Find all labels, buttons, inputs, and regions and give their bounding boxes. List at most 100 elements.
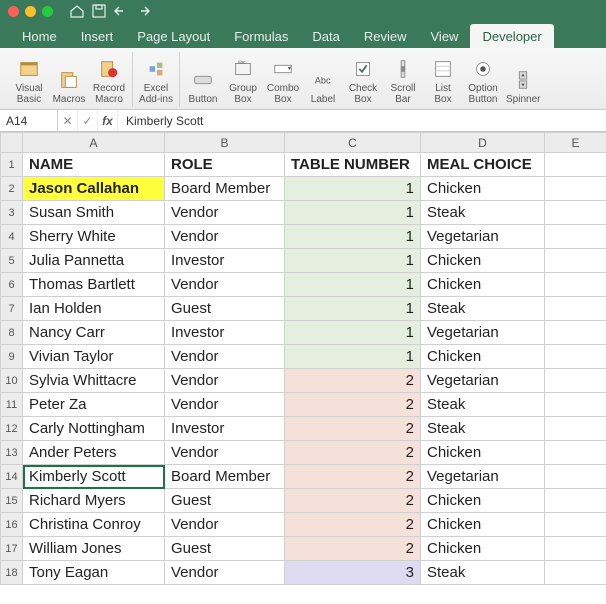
macros-button[interactable]: Macros xyxy=(52,67,86,108)
cell-table-number[interactable]: 2 xyxy=(285,465,421,489)
cell-meal[interactable]: Chicken xyxy=(421,441,545,465)
cell-meal[interactable]: Steak xyxy=(421,561,545,585)
cell-meal[interactable]: Chicken xyxy=(421,345,545,369)
cell-role[interactable]: Guest xyxy=(165,537,285,561)
cell[interactable] xyxy=(545,153,606,177)
cell-table-number[interactable]: 1 xyxy=(285,321,421,345)
cell[interactable] xyxy=(545,537,606,561)
column-header-B[interactable]: B xyxy=(165,133,285,153)
cell-name[interactable]: Nancy Carr xyxy=(23,321,165,345)
row-header[interactable]: 10 xyxy=(1,369,23,393)
cell-role[interactable]: Vendor xyxy=(165,225,285,249)
cell[interactable] xyxy=(545,489,606,513)
cell-table-number[interactable]: 2 xyxy=(285,417,421,441)
list-box-button[interactable]: ListBox xyxy=(426,56,460,107)
cell-meal[interactable]: Chicken xyxy=(421,537,545,561)
row-header[interactable]: 1 xyxy=(1,153,23,177)
label-button[interactable]: AbcLabel xyxy=(306,67,340,108)
tab-insert[interactable]: Insert xyxy=(69,24,126,48)
cell-name[interactable]: Tony Eagan xyxy=(23,561,165,585)
cell-role[interactable]: Investor xyxy=(165,417,285,441)
cell-table-number[interactable]: 1 xyxy=(285,201,421,225)
cell-meal[interactable]: Vegetarian xyxy=(421,225,545,249)
cell-role[interactable]: Vendor xyxy=(165,513,285,537)
cell-role[interactable]: Guest xyxy=(165,489,285,513)
cell-table-number[interactable]: 2 xyxy=(285,489,421,513)
cell-meal[interactable]: Vegetarian xyxy=(421,321,545,345)
column-header-C[interactable]: C xyxy=(285,133,421,153)
grid[interactable]: ABCDE 1NAMEROLETABLE NUMBERMEAL CHOICE2J… xyxy=(0,132,606,585)
cell-name[interactable]: Jason Callahan xyxy=(23,177,165,201)
cell-meal[interactable]: Vegetarian xyxy=(421,369,545,393)
tab-view[interactable]: View xyxy=(419,24,471,48)
redo-icon[interactable] xyxy=(135,3,151,19)
column-header-E[interactable]: E xyxy=(545,133,606,153)
row-header[interactable]: 4 xyxy=(1,225,23,249)
cell-role[interactable]: Guest xyxy=(165,297,285,321)
cell-table-number[interactable]: 3 xyxy=(285,561,421,585)
cell-role[interactable]: Board Member xyxy=(165,177,285,201)
cell-meal[interactable]: Vegetarian xyxy=(421,465,545,489)
cell-table-number[interactable]: 1 xyxy=(285,273,421,297)
cell[interactable]: NAME xyxy=(23,153,165,177)
group-box-button[interactable]: AbcGroupBox xyxy=(226,56,260,107)
confirm-icon[interactable]: ✓ xyxy=(78,110,98,131)
row-header[interactable]: 15 xyxy=(1,489,23,513)
cell-name[interactable]: Christina Conroy xyxy=(23,513,165,537)
cell-role[interactable]: Vendor xyxy=(165,393,285,417)
cancel-icon[interactable]: ✕ xyxy=(58,110,78,131)
cell-name[interactable]: Carly Nottingham xyxy=(23,417,165,441)
cell[interactable]: MEAL CHOICE xyxy=(421,153,545,177)
cell[interactable] xyxy=(545,321,606,345)
cell-table-number[interactable]: 2 xyxy=(285,537,421,561)
save-icon[interactable] xyxy=(91,3,107,19)
cell-name[interactable]: Ian Holden xyxy=(23,297,165,321)
button-button[interactable]: Button xyxy=(186,67,220,108)
cell-meal[interactable]: Steak xyxy=(421,201,545,225)
cell-meal[interactable]: Steak xyxy=(421,393,545,417)
cell-name[interactable]: Susan Smith xyxy=(23,201,165,225)
cell[interactable] xyxy=(545,225,606,249)
cell-meal[interactable]: Chicken xyxy=(421,177,545,201)
check-box-button[interactable]: CheckBox xyxy=(346,56,380,107)
cell-name[interactable]: William Jones xyxy=(23,537,165,561)
cell[interactable] xyxy=(545,441,606,465)
cell-role[interactable]: Vendor xyxy=(165,273,285,297)
cell[interactable] xyxy=(545,393,606,417)
cell[interactable] xyxy=(545,273,606,297)
option-button-button[interactable]: OptionButton xyxy=(466,56,500,107)
row-header[interactable]: 7 xyxy=(1,297,23,321)
row-header[interactable]: 8 xyxy=(1,321,23,345)
cell[interactable] xyxy=(545,369,606,393)
spreadsheet[interactable]: ABCDE 1NAMEROLETABLE NUMBERMEAL CHOICE2J… xyxy=(0,132,606,585)
cell-name[interactable]: Sherry White xyxy=(23,225,165,249)
row-header[interactable]: 18 xyxy=(1,561,23,585)
name-box[interactable]: A14 xyxy=(0,110,58,131)
spinner-button[interactable]: Spinner xyxy=(506,67,540,108)
cell-table-number[interactable]: 2 xyxy=(285,369,421,393)
row-header[interactable]: 9 xyxy=(1,345,23,369)
cell[interactable] xyxy=(545,345,606,369)
cell[interactable]: ROLE xyxy=(165,153,285,177)
cell-role[interactable]: Board Member xyxy=(165,465,285,489)
cell-table-number[interactable]: 1 xyxy=(285,225,421,249)
row-header[interactable]: 13 xyxy=(1,441,23,465)
maximize-icon[interactable] xyxy=(42,6,53,17)
home-icon[interactable] xyxy=(69,3,85,19)
cell-role[interactable]: Vendor xyxy=(165,201,285,225)
row-header[interactable]: 5 xyxy=(1,249,23,273)
cell-role[interactable]: Vendor xyxy=(165,345,285,369)
cell-meal[interactable]: Steak xyxy=(421,417,545,441)
formula-input[interactable]: Kimberly Scott xyxy=(118,114,606,128)
cell[interactable] xyxy=(545,201,606,225)
excel-addins-button[interactable]: ExcelAdd-ins xyxy=(139,56,173,107)
tab-home[interactable]: Home xyxy=(10,24,69,48)
scroll-bar-button[interactable]: ScrollBar xyxy=(386,56,420,107)
tab-data[interactable]: Data xyxy=(300,24,351,48)
cell-role[interactable]: Investor xyxy=(165,321,285,345)
select-all-corner[interactable] xyxy=(1,133,23,153)
row-header[interactable]: 14 xyxy=(1,465,23,489)
cell[interactable]: TABLE NUMBER xyxy=(285,153,421,177)
cell-name[interactable]: Sylvia Whittacre xyxy=(23,369,165,393)
cell-name[interactable]: Julia Pannetta xyxy=(23,249,165,273)
